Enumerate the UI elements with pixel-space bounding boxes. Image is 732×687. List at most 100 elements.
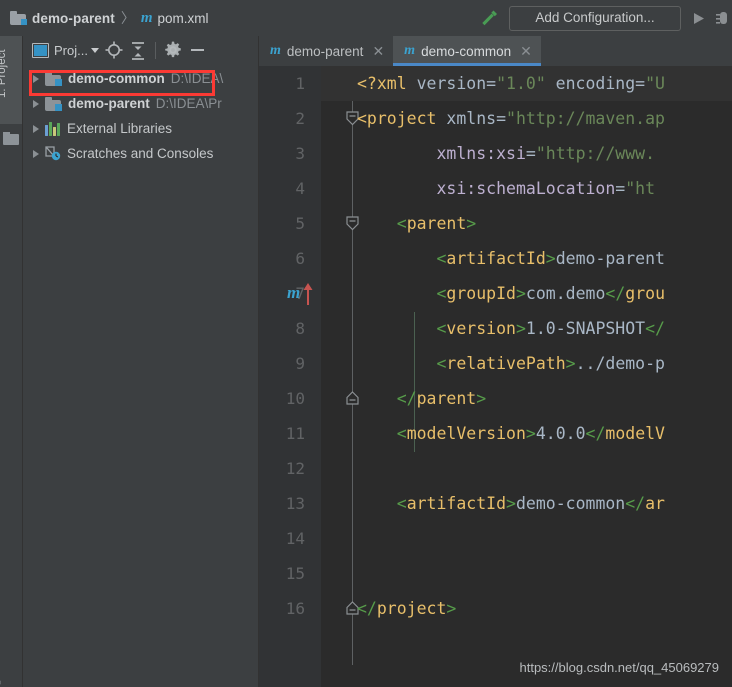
run-configuration-selector[interactable]: Add Configuration...	[509, 6, 681, 31]
editor-tab-bar: m demo-parent ✕ m demo-common ✕	[259, 36, 732, 66]
line-number: 1	[259, 66, 305, 101]
code-line[interactable]: 3 xmlns:xsi="http://www.	[259, 136, 732, 171]
line-number: 10	[259, 381, 305, 416]
code-line[interactable]: 14	[259, 521, 732, 556]
project-view-icon	[32, 43, 49, 58]
module-folder-icon	[45, 72, 62, 86]
tree-node-label: Scratches and Consoles	[67, 146, 213, 161]
code-lines: 1<?xml version="1.0" encoding="U2<projec…	[259, 66, 732, 626]
tab-label: demo-common	[421, 44, 511, 59]
maven-parent-arrow-icon[interactable]: m	[287, 282, 317, 306]
tree-node-demo-parent[interactable]: demo-parent D:\IDEA\Pr	[23, 91, 258, 116]
tree-node-demo-common[interactable]: demo-common D:\IDEA\	[23, 66, 258, 91]
tree-node-path: D:\IDEA\Pr	[156, 96, 222, 111]
code-line[interactable]: 12	[259, 451, 732, 486]
maven-m-icon: m	[141, 10, 153, 27]
line-number: 16	[259, 591, 305, 626]
left-tool-strip: 1: Project s	[0, 36, 23, 687]
project-tree: demo-common D:\IDEA\ demo-parent D:\IDEA…	[23, 64, 258, 166]
locate-target-icon[interactable]	[104, 40, 124, 60]
code-text: <parent>	[357, 206, 476, 241]
code-line[interactable]: 15	[259, 556, 732, 591]
code-line[interactable]: 13 <artifactId>demo-common</ar	[259, 486, 732, 521]
scratches-icon	[45, 146, 62, 161]
line-number: 15	[259, 556, 305, 591]
breadcrumb: demo-parent 〉 m pom.xml	[0, 0, 209, 36]
breadcrumb-file[interactable]: pom.xml	[158, 11, 209, 26]
code-text: <groupId>com.demo</grou	[357, 276, 665, 311]
expand-arrow-icon[interactable]	[29, 72, 42, 85]
play-icon[interactable]	[690, 10, 707, 27]
code-line[interactable]: 5 <parent>	[259, 206, 732, 241]
project-folder-icon	[10, 11, 27, 25]
tool-strip-bottom-label: s	[0, 680, 4, 685]
line-number: 14	[259, 521, 305, 556]
expand-arrow-icon[interactable]	[29, 147, 42, 160]
top-toolbar: demo-parent 〉 m pom.xml Add Configuratio…	[0, 0, 732, 36]
code-text: xmlns:xsi="http://www.	[357, 136, 655, 171]
tree-node-label: demo-parent	[68, 96, 150, 111]
line-number: 11	[259, 416, 305, 451]
project-view-label: Proj...	[54, 43, 88, 58]
gear-icon[interactable]	[163, 40, 183, 60]
code-line[interactable]: 9 <relativePath>../demo-p	[259, 346, 732, 381]
folder-icon[interactable]	[3, 132, 19, 145]
line-number: 4	[259, 171, 305, 206]
code-text: </project>	[357, 591, 456, 626]
tree-node-external-libraries[interactable]: External Libraries	[23, 116, 258, 141]
tree-node-label: demo-common	[68, 71, 165, 86]
tree-node-label: External Libraries	[67, 121, 172, 136]
expand-arrow-icon[interactable]	[29, 97, 42, 110]
line-number: 9	[259, 346, 305, 381]
code-line[interactable]: 1<?xml version="1.0" encoding="U	[259, 66, 732, 101]
debug-icon[interactable]	[716, 9, 730, 27]
tab-label: demo-parent	[287, 44, 364, 59]
code-line[interactable]: 7 <groupId>com.demo</grou	[259, 276, 732, 311]
code-text: <version>1.0-SNAPSHOT</	[357, 311, 665, 346]
code-text: <modelVersion>4.0.0</modelV	[357, 416, 665, 451]
chevron-down-icon	[91, 48, 99, 53]
maven-m-icon: m	[270, 43, 281, 59]
close-icon[interactable]: ✕	[372, 44, 384, 58]
collapse-all-icon[interactable]	[128, 40, 148, 60]
project-view-selector[interactable]: Proj...	[29, 38, 102, 62]
hammer-icon[interactable]	[478, 7, 500, 29]
expand-arrow-icon[interactable]	[29, 122, 42, 135]
minimize-icon[interactable]	[191, 49, 204, 51]
close-icon[interactable]: ✕	[520, 44, 532, 58]
code-line[interactable]: 10 </parent>	[259, 381, 732, 416]
line-number: 12	[259, 451, 305, 486]
tab-demo-common[interactable]: m demo-common ✕	[393, 36, 541, 66]
code-line[interactable]: 2<project xmlns="http://maven.ap	[259, 101, 732, 136]
tool-window-button-project[interactable]: 1: Project	[0, 36, 22, 124]
idea-window: demo-parent 〉 m pom.xml Add Configuratio…	[0, 0, 732, 687]
code-line[interactable]: 4 xsi:schemaLocation="ht	[259, 171, 732, 206]
libraries-icon	[45, 122, 61, 136]
code-editor[interactable]: 1<?xml version="1.0" encoding="U2<projec…	[259, 66, 732, 687]
module-folder-icon	[45, 97, 62, 111]
code-text: xsi:schemaLocation="ht	[357, 171, 655, 206]
code-text: </parent>	[357, 381, 486, 416]
run-toolbar: Add Configuration...	[478, 0, 732, 36]
tree-node-scratches-and-consoles[interactable]: Scratches and Consoles	[23, 141, 258, 166]
code-text: <relativePath>../demo-p	[357, 346, 665, 381]
code-line[interactable]: 16 </project>	[259, 591, 732, 626]
line-number: 3	[259, 136, 305, 171]
line-number: 2	[259, 101, 305, 136]
tool-window-button-project-label: 1: Project	[0, 10, 8, 98]
tab-demo-parent[interactable]: m demo-parent ✕	[259, 36, 393, 66]
toolbar-divider	[155, 42, 156, 59]
project-tool-window: Proj...	[23, 36, 258, 687]
project-panel-header: Proj...	[23, 36, 258, 64]
line-number: 8	[259, 311, 305, 346]
breadcrumb-project[interactable]: demo-parent	[32, 11, 115, 26]
editor-area: m demo-parent ✕ m demo-common ✕ 1<?xml v…	[259, 36, 732, 687]
code-line[interactable]: 8 <version>1.0-SNAPSHOT</	[259, 311, 732, 346]
code-text: <artifactId>demo-common</ar	[357, 486, 665, 521]
line-number: 6	[259, 241, 305, 276]
breadcrumb-separator-icon: 〉	[120, 8, 136, 28]
line-number: 13	[259, 486, 305, 521]
code-line[interactable]: 6 <artifactId>demo-parent	[259, 241, 732, 276]
watermark-text: https://blog.csdn.net/qq_45069279	[520, 660, 720, 675]
code-line[interactable]: 11 <modelVersion>4.0.0</modelV	[259, 416, 732, 451]
